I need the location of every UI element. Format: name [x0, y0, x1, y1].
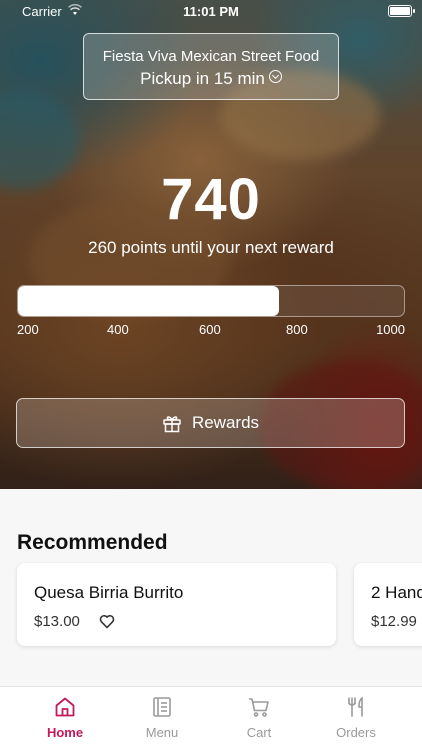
rewards-progress-bar	[17, 285, 405, 317]
item-name: Quesa Birria Burrito	[34, 583, 184, 602]
rewards-button-label: Rewards	[191, 413, 260, 432]
heart-icon[interactable]	[99, 614, 115, 629]
tab-orders[interactable]: Orders	[308, 695, 404, 740]
orders-icon	[348, 696, 363, 717]
rewards-button[interactable]: Rewards	[16, 398, 405, 448]
progress-tick: 600	[199, 322, 221, 337]
tab-home[interactable]: Home	[17, 695, 113, 740]
item-price: $12.99	[371, 613, 417, 630]
cart-icon	[249, 698, 269, 717]
progress-tick: 1000	[376, 322, 405, 337]
menu-icon	[153, 697, 171, 717]
chevron-down-icon	[268, 70, 282, 83]
recommended-carousel[interactable]: Quesa Birria Burrito $13.00 2 Hand $12.9…	[0, 562, 422, 652]
tab-menu[interactable]: Menu	[114, 695, 210, 740]
points-until-reward: 260 points until your next reward	[88, 238, 334, 257]
store-name: Fiesta Viva Mexican Street Food	[102, 48, 320, 65]
points-balance: 740	[161, 167, 261, 232]
store-selector[interactable]: Fiesta Viva Mexican Street Food Pickup i…	[83, 33, 339, 100]
clock: 11:01 PM	[183, 4, 239, 19]
progress-tick: 400	[107, 322, 129, 337]
item-name: 2 Hand	[371, 583, 422, 602]
recommended-title: Recommended	[17, 531, 168, 554]
tab-orders-label: Orders	[336, 725, 376, 740]
progress-tick: 200	[17, 322, 39, 337]
tab-cart-label: Cart	[246, 725, 272, 740]
tab-home-label: Home	[46, 725, 84, 740]
rewards-progress-fill	[18, 286, 279, 316]
status-bar: Carrier 11:01 PM	[0, 0, 422, 22]
battery-icon	[388, 5, 415, 17]
tab-menu-label: Menu	[145, 725, 179, 740]
pickup-time: Pickup in 15 min	[84, 69, 338, 89]
progress-ticks: 200 400 600 800 1000	[17, 322, 405, 338]
pickup-label: Pickup in 15 min	[140, 69, 265, 88]
progress-tick: 800	[286, 322, 308, 337]
tab-cart[interactable]: Cart	[211, 695, 307, 740]
bottom-tab-bar: Home Menu Cart Orders	[0, 686, 422, 750]
home-icon	[55, 697, 75, 717]
item-price: $13.00	[34, 613, 80, 630]
gift-icon	[163, 416, 181, 433]
recommended-item-card[interactable]: Quesa Birria Burrito $13.00	[17, 563, 336, 646]
recommended-item-card[interactable]: 2 Hand $12.99	[354, 563, 422, 646]
